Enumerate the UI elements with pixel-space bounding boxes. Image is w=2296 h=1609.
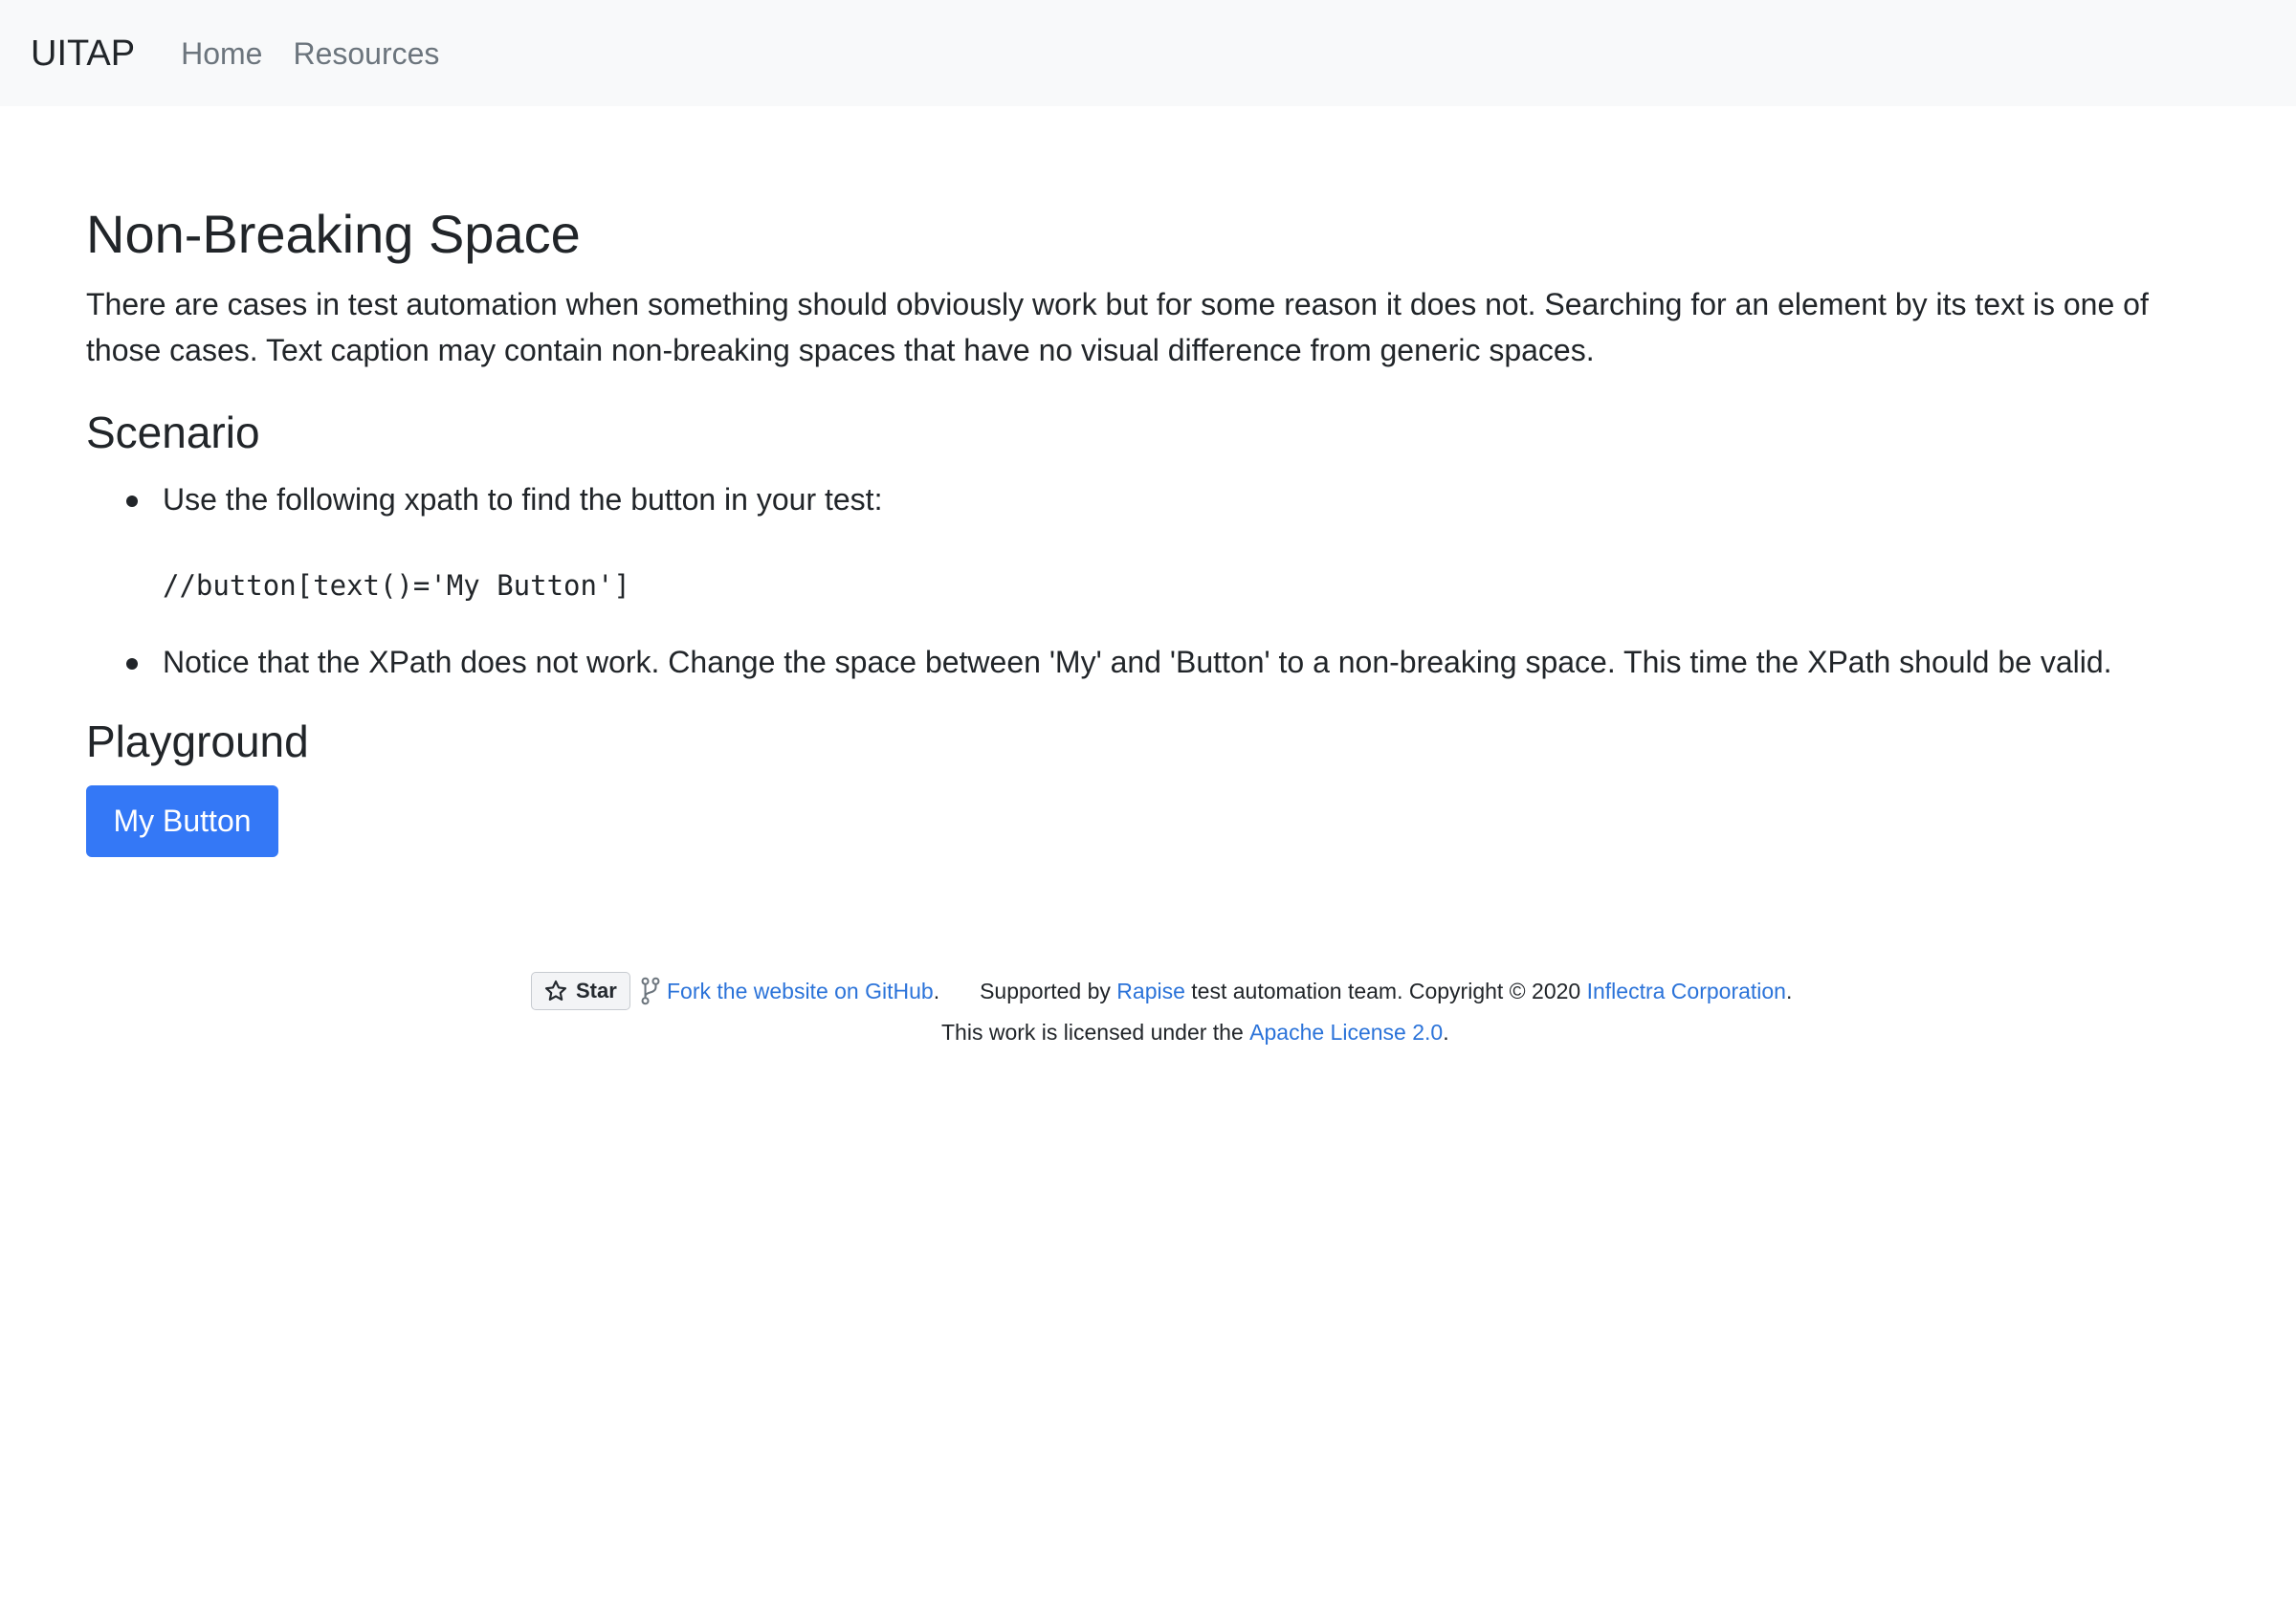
top-navbar: UITAP Home Resources [0,0,2296,106]
footer-line-2: This work is licensed under the Apache L… [941,1016,1449,1048]
fork-github-link[interactable]: Fork the website on GitHub [667,979,934,1004]
footer-period: . [1785,978,1793,1003]
bullet-dot [126,658,138,670]
fork-icon [640,977,661,1005]
playground-heading: Playground [86,716,309,766]
copyright-text: test automation team. Copyright © 2020 [1191,978,1581,1003]
brand-link[interactable]: UITAP [31,35,135,72]
intro-paragraph: There are cases in test automation when … [86,287,2149,367]
rapise-link[interactable]: Rapise [1116,979,1185,1004]
scenario-item-2: Notice that the XPath does not work. Cha… [126,641,2112,683]
star-label: Star [576,979,617,1003]
footer-line-1: Star Fork the website on GitHub . Suppor… [531,971,1792,1011]
scenario-heading: Scenario [86,408,260,457]
my-button[interactable]: My Button [86,785,278,857]
nav-link-resources[interactable]: Resources [293,38,439,69]
scenario-item-2-text: Notice that the XPath does not work. Cha… [163,645,2112,679]
github-star-button[interactable]: Star [531,972,630,1010]
license-text: This work is licensed under the [941,1020,1244,1045]
footer-period: . [1443,1020,1449,1045]
page-title: Non-Breaking Space [86,204,581,264]
bullet-dot [126,496,138,507]
star-icon [544,980,567,1001]
scenario-item-1-text: Use the following xpath to find the butt… [163,482,883,517]
scenario-item-1: Use the following xpath to find the butt… [126,478,883,520]
nav-link-home[interactable]: Home [181,38,262,69]
xpath-code: //button[text()='My Button'] [163,569,630,602]
apache-license-link[interactable]: Apache License 2.0 [1249,1020,1443,1045]
inflectra-link[interactable]: Inflectra Corporation [1587,979,1786,1004]
supported-by-text: Supported by [980,978,1111,1003]
footer-period: . [933,978,940,1003]
